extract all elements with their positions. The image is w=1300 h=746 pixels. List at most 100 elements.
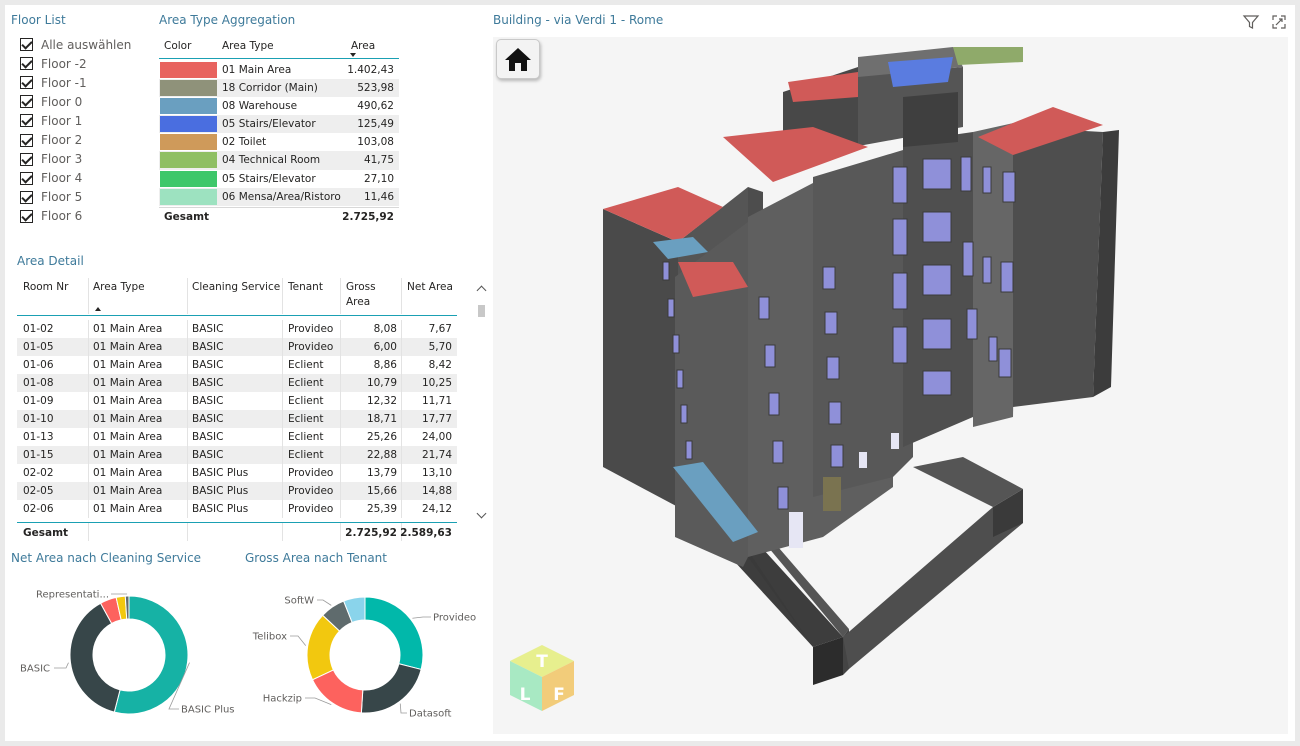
area-type-cell: 01 Main Area <box>222 64 292 76</box>
column-separator <box>340 392 341 410</box>
cleaning-service-cell: BASIC <box>192 413 224 425</box>
column-header-area-type[interactable]: Area Type <box>222 40 274 52</box>
checkbox-checked-icon[interactable] <box>20 209 33 223</box>
focus-mode-icon[interactable] <box>1270 13 1288 31</box>
table-row[interactable]: 18 Corridor (Main) 523,98 <box>159 79 399 98</box>
net-area-cell: 24,12 <box>421 503 452 515</box>
area-value-cell: 11,46 <box>363 190 394 203</box>
area-type-cell: 05 Stairs/Elevator <box>222 172 316 185</box>
area-type-cell: 04 Technical Room <box>222 154 321 167</box>
table-row[interactable]: 01-15 01 Main Area BASIC Eclient 22,88 21,74 <box>17 446 457 464</box>
floor-option[interactable]: Floor -1 <box>20 73 131 92</box>
area-type-cell: 01 Main Area <box>93 485 163 497</box>
room-nr-cell: 01-09 <box>23 395 54 407</box>
floor-option[interactable]: Floor 5 <box>20 188 131 207</box>
table-row[interactable]: 04 Technical Room 41,75 <box>159 151 399 170</box>
donut-slice[interactable] <box>360 663 422 714</box>
table-row[interactable]: 02 Toilet 103,08 <box>159 133 399 151</box>
floor-option[interactable]: Floor 2 <box>20 130 131 149</box>
column-header-tenant[interactable]: Tenant <box>288 280 323 295</box>
slice-label: BASIC Plus <box>181 705 235 716</box>
color-swatch <box>160 152 217 169</box>
table-row[interactable]: 01-08 01 Main Area BASIC Eclient 10,79 10,25 <box>17 374 457 392</box>
table-body: 01 Main Area 1.402,43 18 Corridor (Main) 52… <box>159 61 399 206</box>
column-separator <box>187 338 188 356</box>
table-row[interactable]: 05 Stairs/Elevator 27,10 <box>159 170 399 188</box>
select-all-option[interactable]: Alle auswählen <box>20 35 131 54</box>
area-type-cell: 08 Warehouse <box>222 100 298 113</box>
table-row[interactable]: 01-06 01 Main Area BASIC Eclient 8,86 8,42 <box>17 356 457 374</box>
table-row[interactable]: 06 Mensa/Area/Ristoro 11,46 <box>159 187 399 206</box>
column-separator <box>187 500 188 518</box>
column-separator[interactable] <box>282 278 283 314</box>
column-separator <box>282 374 283 392</box>
checkbox-checked-icon[interactable] <box>20 133 33 147</box>
floor-option[interactable]: Floor 4 <box>20 169 131 188</box>
scroll-up-icon[interactable] <box>476 285 487 296</box>
column-separator <box>282 392 283 410</box>
table-row[interactable]: 01-05 01 Main Area BASIC Provideo 6,00 5,70 <box>17 338 457 356</box>
scroll-down-icon[interactable] <box>476 508 487 519</box>
3d-model-canvas[interactable]: T L F <box>493 37 1288 734</box>
floor-option[interactable]: Floor -2 <box>20 54 131 73</box>
tenant-cell: Provideo <box>288 341 334 353</box>
checkbox-checked-icon[interactable] <box>20 57 33 71</box>
column-header-net-area[interactable]: Net Area <box>407 280 453 295</box>
area-type-cell: 01 Main Area <box>93 503 163 515</box>
table-row[interactable]: 05 Stairs/Elevator 125,49 <box>159 115 399 134</box>
column-separator[interactable] <box>401 278 402 314</box>
table-row[interactable]: 08 Warehouse 490,62 <box>159 97 399 115</box>
vertical-scrollbar[interactable] <box>476 280 487 522</box>
table-row[interactable]: 02-06 01 Main Area BASIC Plus Provideo 25,39… <box>17 500 457 518</box>
table-row[interactable]: 02-05 01 Main Area BASIC Plus Provideo 15,66… <box>17 482 457 500</box>
column-header-room-nr[interactable]: Room Nr <box>23 280 68 295</box>
net-area-by-cleaning-donut: Net Area nach Cleaning Service BASIC Plu… <box>11 551 241 731</box>
column-separator[interactable] <box>187 278 188 314</box>
checkbox-checked-icon[interactable] <box>20 152 33 166</box>
checkbox-checked-icon[interactable] <box>20 38 33 52</box>
checkbox-checked-icon[interactable] <box>20 114 33 128</box>
checkbox-checked-icon[interactable] <box>20 171 33 185</box>
scrollbar-thumb[interactable] <box>478 305 485 317</box>
gross-area-cell: 8,08 <box>373 323 397 335</box>
net-area-cell: 21,74 <box>421 449 452 461</box>
table-row[interactable]: 01-13 01 Main Area BASIC Eclient 25,26 24,00 <box>17 428 457 446</box>
floor-option[interactable]: Floor 3 <box>20 150 131 169</box>
donut-slice[interactable] <box>364 596 424 671</box>
viewer-title: Building - via Verdi 1 - Rome <box>493 13 664 27</box>
table-row[interactable]: 01-09 01 Main Area BASIC Eclient 12,32 11,71 <box>17 392 457 410</box>
checkbox-checked-icon[interactable] <box>20 76 33 90</box>
column-header-color[interactable]: Color <box>164 40 191 52</box>
color-swatch <box>160 188 217 205</box>
column-separator[interactable] <box>88 278 89 314</box>
floor-option[interactable]: Floor 6 <box>20 207 131 226</box>
floor-option[interactable]: Floor 1 <box>20 111 131 130</box>
cleaning-service-cell: BASIC <box>192 359 224 371</box>
table-row[interactable]: 01-02 01 Main Area BASIC Provideo 8,08 7,67 <box>17 320 457 338</box>
room-nr-cell: 01-05 <box>23 341 54 353</box>
table-total-row: Gesamt 2.725,92 <box>159 207 399 225</box>
column-separator <box>340 482 341 500</box>
tenant-cell: Provideo <box>288 467 334 479</box>
column-header-area-type[interactable]: Area Type <box>93 280 145 295</box>
table-row[interactable]: 02-02 01 Main Area BASIC Plus Provideo 13,79… <box>17 464 457 482</box>
gross-area-cell: 22,88 <box>366 449 397 461</box>
column-separator[interactable] <box>340 278 341 314</box>
filter-icon[interactable] <box>1242 13 1260 31</box>
checkbox-checked-icon[interactable] <box>20 190 33 204</box>
column-header-gross-area[interactable]: Gross Area <box>346 280 386 310</box>
net-area-cell: 13,10 <box>421 467 452 479</box>
table-row[interactable]: 01-10 01 Main Area BASIC Eclient 18,71 17,77 <box>17 410 457 428</box>
table-row[interactable]: 01 Main Area 1.402,43 <box>159 61 399 79</box>
tlf-logo: T L F <box>510 645 574 711</box>
area-type-cell: 02 Toilet <box>222 136 267 149</box>
column-header-area[interactable]: Area <box>351 40 375 52</box>
tenant-cell: Provideo <box>288 485 334 497</box>
area-type-cell: 01 Main Area <box>93 395 163 407</box>
column-separator <box>282 500 283 518</box>
column-header-cleaning-service[interactable]: Cleaning Service <box>192 280 280 295</box>
gross-area-cell: 18,71 <box>366 413 397 425</box>
column-separator <box>282 446 283 464</box>
checkbox-checked-icon[interactable] <box>20 95 33 109</box>
floor-option[interactable]: Floor 0 <box>20 92 131 111</box>
